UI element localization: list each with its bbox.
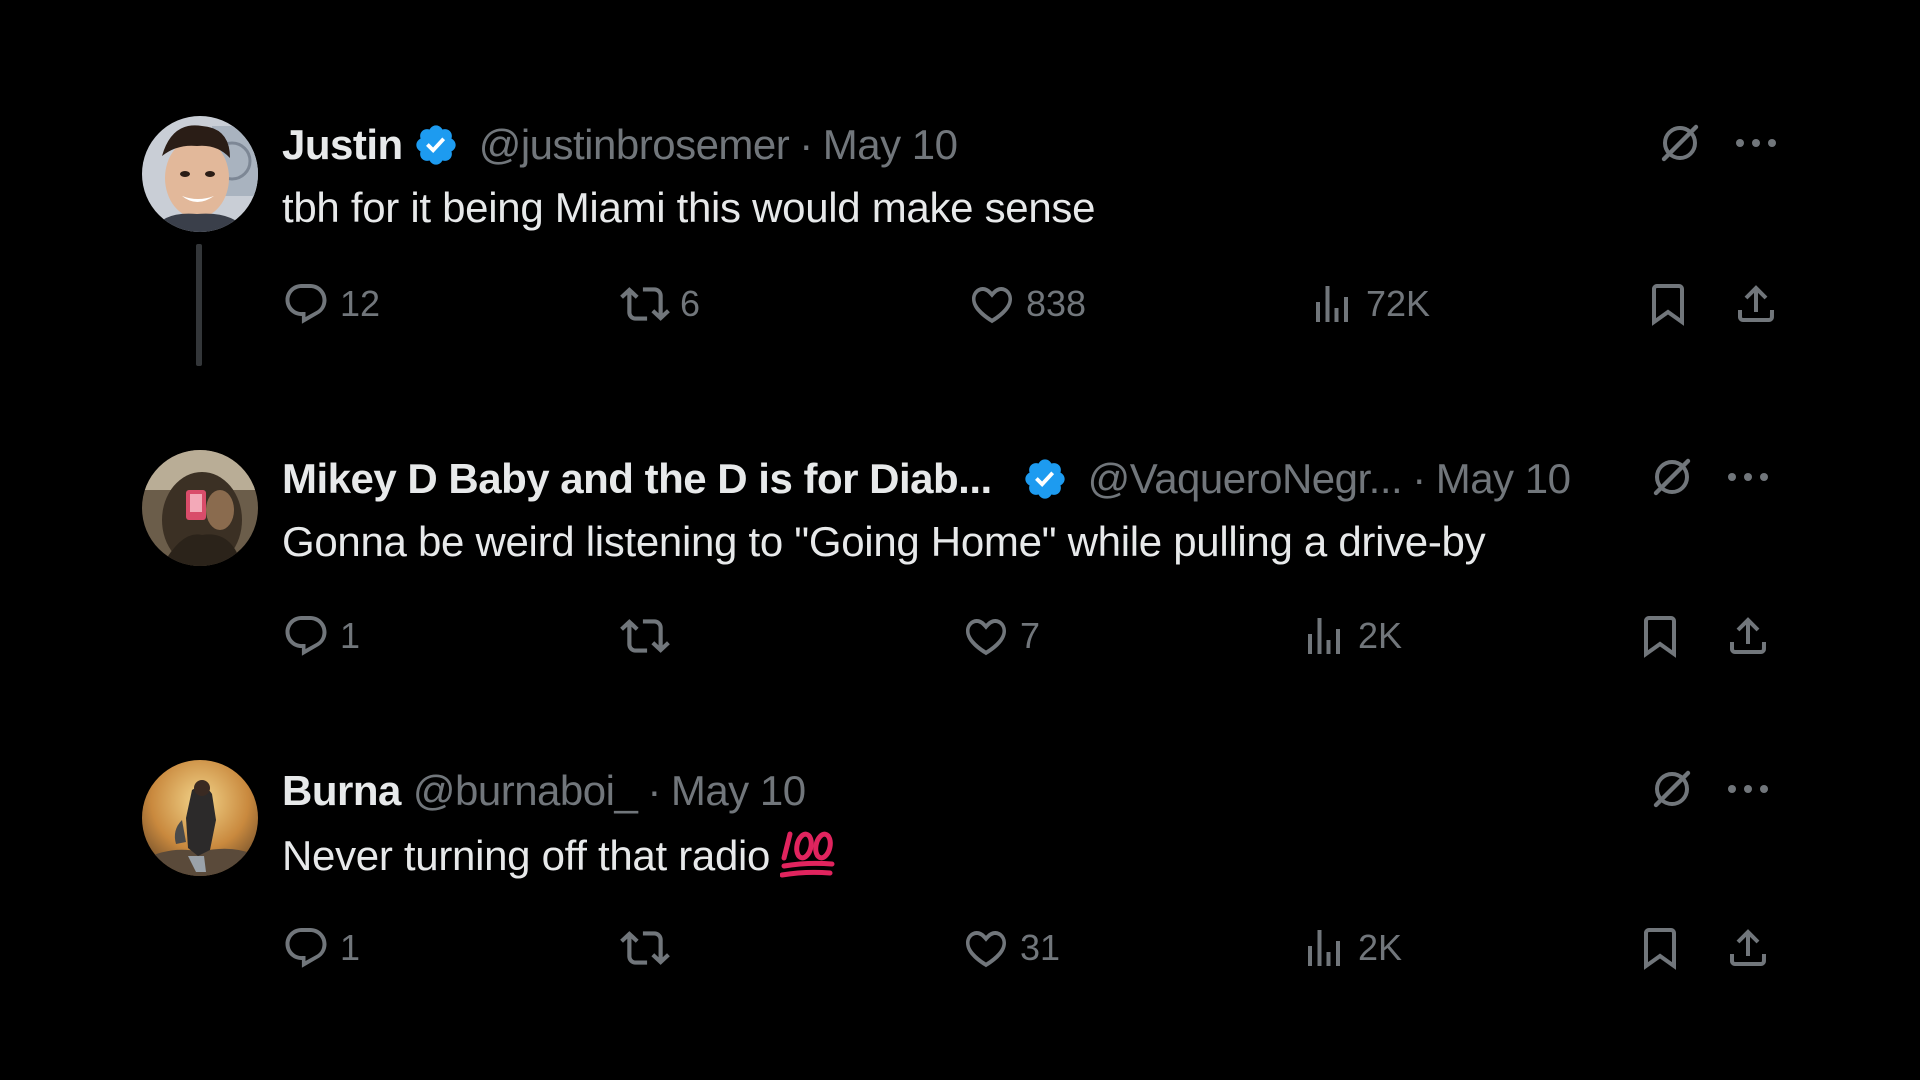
tweet-top-controls [1648,454,1770,504]
separator-dot: · [799,121,813,168]
user-handle[interactable]: @VaqueroNegr... [1088,455,1403,503]
separator-dot: · [647,767,661,814]
heart-icon [966,618,1006,656]
tweet-header: Justin @justinbrosemer · May 10 [282,120,958,170]
display-name[interactable]: Justin [282,121,403,169]
view-count: 2K [1358,615,1403,656]
share-icon [1730,617,1766,654]
display-name[interactable]: Mikey D Baby and the D is for Diab... [282,455,992,503]
views-icon [1316,286,1348,322]
tweet-text-row: Never turning off that radio [282,828,836,890]
views-button[interactable]: 2K [1300,920,1402,976]
reply-count: 12 [340,283,381,324]
tweet-header: Mikey D Baby and the D is for Diab... @V… [282,454,1571,504]
like-count: 31 [1020,927,1061,968]
timestamp[interactable]: May 10 [823,121,958,169]
timestamp[interactable]: May 10 [1436,455,1571,503]
view-count: 72K [1366,283,1431,324]
timestamp[interactable]: May 10 [671,767,806,815]
reply-icon [285,284,327,324]
verified-badge-icon [413,122,459,168]
tweet-text: tbh for it being Miami this would make s… [282,184,1096,231]
heart-icon [966,930,1006,968]
share-button[interactable] [1724,920,1772,976]
bookmark-button[interactable] [1644,276,1692,332]
bookmark-icon [1644,616,1676,658]
repost-icon [620,619,670,653]
like-count: 7 [1020,615,1041,656]
tweet-text: Never turning off that radio [282,832,771,880]
verified-badge-icon [1022,456,1068,502]
view-count: 2K [1358,927,1403,968]
share-icon [1738,285,1774,322]
reply-count: 1 [340,927,361,968]
separator-dot: · [1412,455,1426,502]
more-options-icon[interactable] [1726,779,1770,804]
views-button[interactable]: 72K [1308,276,1430,332]
grok-icon[interactable] [1648,453,1696,506]
repost-button[interactable] [620,920,680,976]
views-button[interactable]: 2K [1300,608,1402,664]
avatar[interactable] [142,760,258,876]
share-button[interactable] [1732,276,1780,332]
action-bar: 1 31 2K [282,920,1782,976]
grok-icon[interactable] [1656,119,1704,172]
bookmark-button[interactable] [1636,920,1684,976]
reply-button[interactable]: 1 [282,608,360,664]
display-name[interactable]: Burna [282,767,401,815]
reply-button[interactable]: 12 [282,276,380,332]
user-handle[interactable]: @justinbrosemer [479,121,790,169]
thread-line [196,244,202,366]
tweet[interactable]: Justin @justinbrosemer · May 10 tbh for … [0,0,1920,366]
repost-count: 6 [680,283,701,324]
tweet-top-controls [1656,120,1778,170]
share-icon [1730,929,1766,966]
tweet-header: Burna @burnaboi_ · May 10 [282,766,806,816]
action-bar: 1 7 2K [282,608,1782,664]
more-options-icon[interactable] [1726,467,1770,492]
share-button[interactable] [1724,608,1772,664]
user-handle[interactable]: @burnaboi_ [413,767,638,815]
bookmark-icon [1652,284,1684,326]
like-count: 838 [1026,283,1087,324]
repost-icon [620,287,670,321]
avatar[interactable] [142,116,258,232]
reply-icon [285,616,327,656]
avatar[interactable] [142,450,258,566]
hundred-points-icon [779,828,836,890]
action-bar: 12 6 838 72K [282,276,1782,332]
repost-button[interactable]: 6 [620,276,700,332]
more-options-icon[interactable] [1734,133,1778,158]
bookmark-icon [1644,928,1676,970]
repost-button[interactable] [620,608,680,664]
like-button[interactable]: 7 [962,608,1040,664]
repost-icon [620,931,670,965]
reply-icon [285,928,327,968]
tweet-text: Gonna be weird listening to "Going Home"… [282,518,1486,565]
views-icon [1308,930,1340,966]
like-button[interactable]: 838 [968,276,1086,332]
views-icon [1308,618,1340,654]
heart-icon [972,286,1012,324]
grok-icon[interactable] [1648,765,1696,818]
reply-count: 1 [340,615,361,656]
tweet-top-controls [1648,766,1770,816]
like-button[interactable]: 31 [962,920,1060,976]
reply-button[interactable]: 1 [282,920,360,976]
bookmark-button[interactable] [1636,608,1684,664]
